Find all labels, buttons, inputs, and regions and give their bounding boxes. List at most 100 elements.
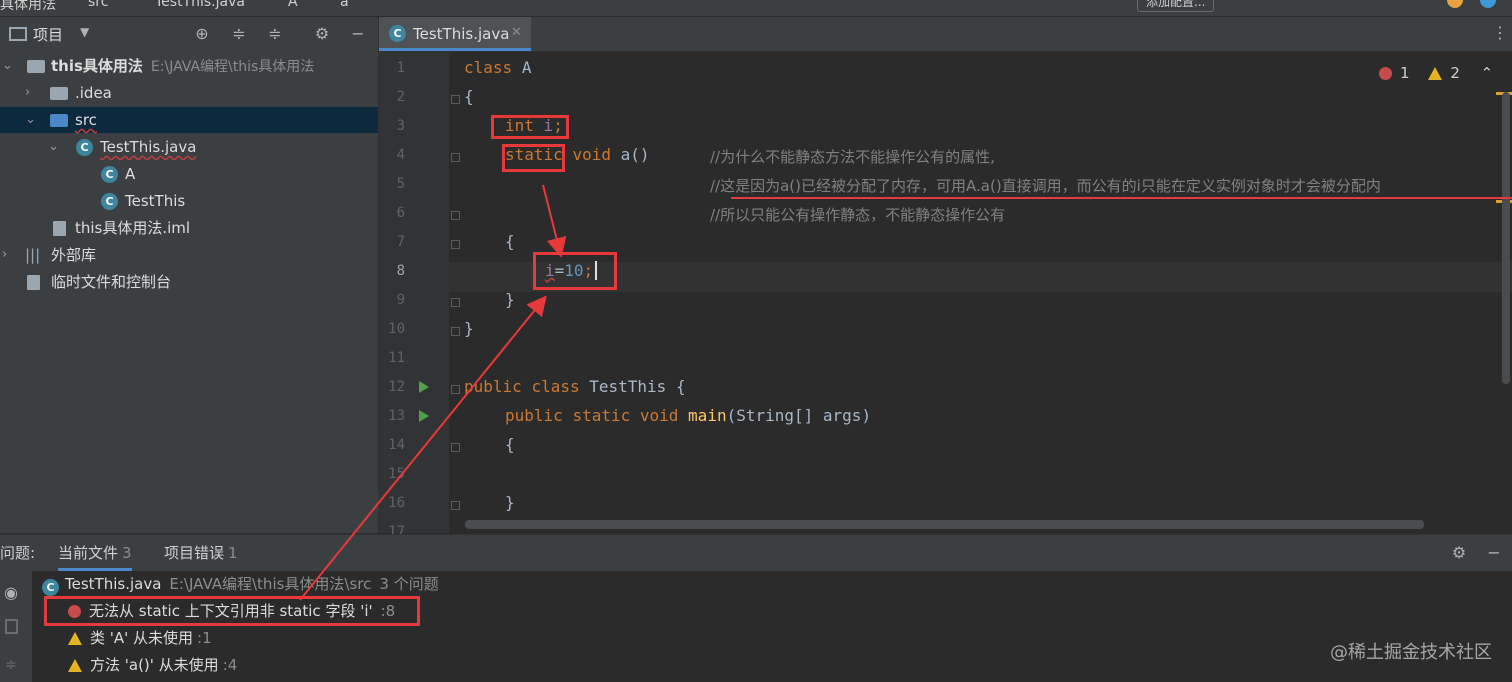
problems-list: C TestThis.java E:\JAVA编程\this具体用法\src 3 个问… bbox=[0, 571, 1512, 682]
fold-icon[interactable] bbox=[451, 327, 460, 336]
breadcrumb-file[interactable]: TestThis.java bbox=[155, 0, 245, 10]
run-config-button[interactable]: 添加配置... bbox=[1137, 0, 1215, 12]
preview-icon[interactable] bbox=[5, 619, 18, 634]
gear-icon[interactable]: ⚙ bbox=[1449, 543, 1469, 563]
tree-item-scratches[interactable]: 临时文件和控制台 bbox=[0, 269, 378, 295]
line-number: 15 bbox=[388, 466, 405, 482]
line-number: 13 bbox=[388, 408, 405, 424]
locate-icon[interactable]: ⊕ bbox=[192, 24, 212, 44]
code-line-13: public static void main(String[] args) bbox=[505, 406, 872, 425]
collapse-all-icon[interactable]: ≑ bbox=[265, 24, 285, 44]
tree-item-project-root[interactable]: ⌄ this具体用法 E:\JAVA编程\this具体用法 bbox=[0, 53, 378, 79]
run-icon[interactable] bbox=[419, 381, 429, 393]
line-number: 6 bbox=[396, 205, 405, 221]
fold-icon[interactable] bbox=[451, 385, 460, 394]
code-line-2: { bbox=[464, 87, 474, 106]
navigation-bar: 具体用法 src TestThis.java A a 添加配置... bbox=[0, 0, 1512, 17]
problem-text: 方法 'a()' 从未使用 bbox=[90, 656, 219, 674]
project-root-path: E:\JAVA编程\this具体用法 bbox=[150, 59, 315, 75]
breadcrumb-method[interactable]: a bbox=[340, 0, 349, 10]
more-options-icon[interactable]: ⋮ bbox=[1492, 23, 1508, 42]
chevron-down-icon[interactable]: ▼ bbox=[80, 25, 89, 39]
group-icon[interactable]: ≑ bbox=[5, 657, 17, 673]
line-number: 9 bbox=[396, 292, 405, 308]
annotation-underline bbox=[731, 197, 1512, 199]
chevron-down-icon[interactable]: ⌄ bbox=[25, 107, 39, 133]
project-view-icon bbox=[9, 27, 27, 41]
project-panel: 项目 ▼ ⊕ ≑ ≑ ⚙ − ⌄ this具体用法 E:\JAVA编程\this具… bbox=[0, 17, 379, 533]
code-line-10: } bbox=[464, 319, 474, 338]
breadcrumb-src[interactable]: src bbox=[88, 0, 108, 10]
project-panel-title[interactable]: 项目 bbox=[33, 24, 63, 45]
watermark: @稀土掘金技术社区 bbox=[1330, 642, 1492, 663]
annotation-box-assignment bbox=[533, 252, 617, 290]
tree-item-testthis-java[interactable]: ⌄ C TestThis.java bbox=[0, 134, 378, 160]
tab-current-label: 当前文件 bbox=[58, 544, 119, 562]
expand-all-icon[interactable]: ≑ bbox=[229, 24, 249, 44]
fold-icon[interactable] bbox=[451, 501, 460, 510]
line-number: 12 bbox=[388, 379, 405, 395]
line-number: 10 bbox=[388, 321, 405, 337]
code-line-12: public class TestThis { bbox=[464, 377, 686, 396]
annotation-box-error bbox=[44, 596, 420, 626]
tree-item-label: TestThis bbox=[125, 192, 186, 210]
code-comment-3: //所以只能公有操作静态，不能静态操作公有 bbox=[710, 206, 1006, 224]
annotation-box-field bbox=[491, 115, 569, 139]
problem-file-path: E:\JAVA编程\this具体用法\src bbox=[169, 575, 372, 593]
inspection-widget[interactable]: 1 2 ⌃ ⌄ bbox=[1379, 64, 1512, 82]
eye-icon[interactable]: ◉ bbox=[4, 583, 18, 602]
fold-icon[interactable] bbox=[451, 211, 460, 220]
run-icon[interactable] bbox=[419, 410, 429, 422]
fold-icon[interactable] bbox=[451, 240, 460, 249]
chevron-right-icon[interactable]: › bbox=[2, 242, 16, 268]
problem-item-warning[interactable]: 方法 'a()' 从未使用:4 bbox=[68, 652, 237, 678]
annotation-box-static bbox=[502, 144, 565, 172]
plugin-icon[interactable] bbox=[1480, 0, 1496, 8]
problem-file-row[interactable]: C TestThis.java E:\JAVA编程\this具体用法\src 3 个问… bbox=[42, 571, 439, 597]
tab-project-errors[interactable]: 项目错误 1 bbox=[164, 535, 238, 571]
code-comment-2: //这是因为a()已经被分配了内存，可用A.a()直接调用，而公有的i只能在定义… bbox=[710, 177, 1381, 195]
problems-side-toolbar: ◉ ≑ bbox=[0, 571, 32, 682]
problem-file-count: 3 个问题 bbox=[379, 575, 439, 593]
tab-current-file[interactable]: 当前文件 3 bbox=[58, 535, 132, 571]
code-editor[interactable]: class A { int i; static void a() //为什么不能… bbox=[449, 52, 1512, 533]
fold-icon[interactable] bbox=[451, 298, 460, 307]
horizontal-scrollbar[interactable] bbox=[465, 520, 1424, 529]
breadcrumb-class[interactable]: A bbox=[288, 0, 298, 10]
code-line-1: class A bbox=[464, 58, 532, 77]
tree-item-idea[interactable]: › .idea bbox=[0, 80, 378, 106]
problem-item-warning[interactable]: 类 'A' 从未使用:1 bbox=[68, 625, 212, 651]
tree-item-label: 临时文件和控制台 bbox=[51, 273, 172, 291]
tree-item-external-libraries[interactable]: › ||| 外部库 bbox=[0, 242, 378, 268]
tree-item-class-testthis[interactable]: C TestThis bbox=[0, 188, 378, 214]
chevron-down-icon[interactable]: ⌄ bbox=[48, 134, 62, 160]
hide-icon[interactable]: − bbox=[348, 24, 368, 44]
tree-item-label: this具体用法.iml bbox=[75, 219, 191, 237]
fold-icon[interactable] bbox=[451, 443, 460, 452]
warning-icon bbox=[1428, 67, 1443, 80]
breadcrumb-project[interactable]: 具体用法 bbox=[0, 0, 56, 14]
folder-icon bbox=[27, 60, 45, 73]
error-icon bbox=[1379, 67, 1392, 80]
fold-icon[interactable] bbox=[451, 95, 460, 104]
gear-icon[interactable]: ⚙ bbox=[312, 24, 332, 44]
chevron-right-icon[interactable]: › bbox=[25, 80, 39, 106]
fold-icon[interactable] bbox=[451, 153, 460, 162]
update-icon[interactable] bbox=[1447, 0, 1463, 8]
tree-item-class-a[interactable]: C A bbox=[0, 161, 378, 187]
tree-item-label: 外部库 bbox=[51, 246, 97, 264]
tree-item-iml[interactable]: this具体用法.iml bbox=[0, 215, 378, 241]
close-icon[interactable]: ✕ bbox=[511, 25, 522, 40]
code-line-16: } bbox=[505, 493, 515, 512]
tab-testthis-java[interactable]: C TestThis.java ✕ bbox=[379, 17, 531, 51]
java-class-icon: C bbox=[42, 579, 59, 596]
chevron-up-icon[interactable]: ⌃ bbox=[1481, 64, 1494, 82]
vertical-scrollbar[interactable] bbox=[1502, 92, 1510, 384]
line-number: 3 bbox=[396, 118, 405, 134]
java-class-icon: C bbox=[101, 193, 118, 210]
folder-icon bbox=[50, 87, 68, 100]
hide-icon[interactable]: − bbox=[1484, 543, 1504, 563]
chevron-down-icon[interactable]: ⌄ bbox=[2, 53, 16, 79]
warning-icon bbox=[68, 632, 82, 645]
tree-item-src[interactable]: ⌄ src bbox=[0, 107, 378, 133]
